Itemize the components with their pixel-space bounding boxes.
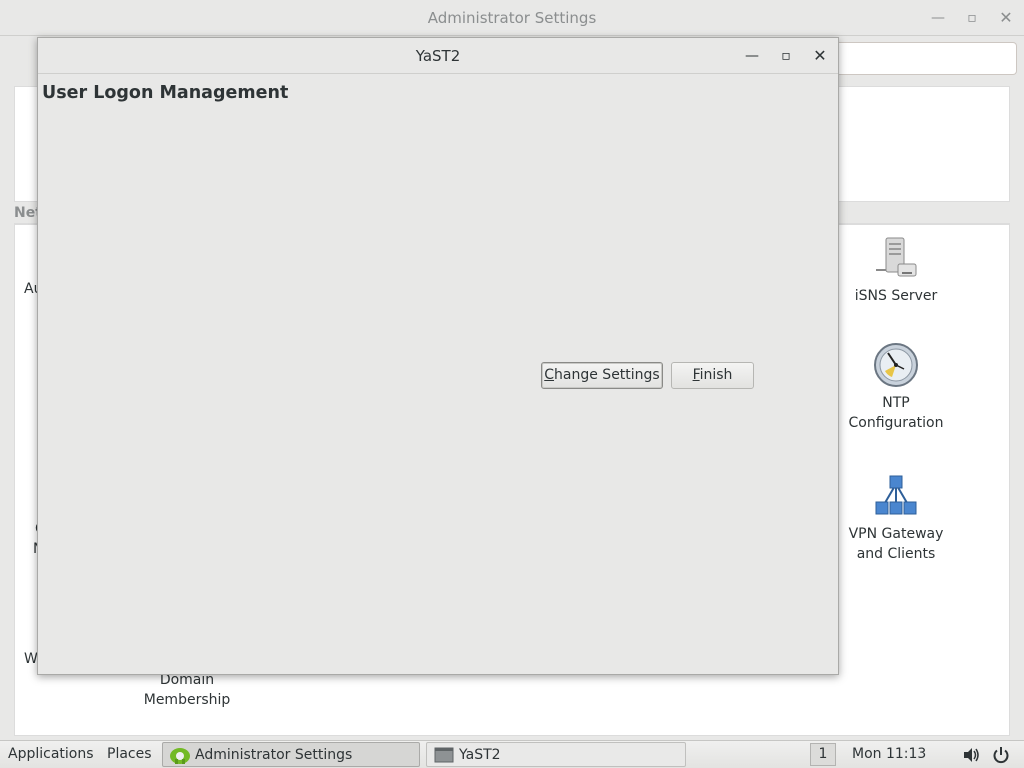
- volume-icon[interactable]: [962, 746, 980, 764]
- search-input[interactable]: [836, 42, 1017, 75]
- module-label: iSNS Server: [854, 288, 938, 304]
- module-label: Domain Membership: [143, 672, 231, 708]
- minimize-icon[interactable]: —: [928, 8, 948, 28]
- button-label: inish: [699, 367, 733, 383]
- yast2-title: YaST2: [415, 47, 461, 65]
- module-domain-membership[interactable]: Domain Membership: [132, 670, 242, 710]
- window-icon: [434, 747, 454, 763]
- dialog-heading: User Logon Management: [42, 83, 289, 103]
- workspace-indicator[interactable]: 1: [810, 743, 836, 766]
- clock[interactable]: Mon 11:13: [852, 741, 926, 768]
- power-icon[interactable]: [992, 746, 1010, 764]
- mnemonic-letter: C: [544, 367, 555, 383]
- minimize-icon[interactable]: —: [742, 46, 762, 66]
- maximize-icon[interactable]: ▫: [776, 46, 796, 66]
- module-isns-server[interactable]: iSNS Server: [841, 234, 951, 306]
- module-label-partial: W: [24, 651, 38, 667]
- finish-button[interactable]: Finish: [671, 362, 754, 389]
- module-ntp-configuration[interactable]: NTP Configuration: [841, 341, 951, 433]
- module-vpn-gateway[interactable]: VPN Gateway and Clients: [841, 472, 951, 564]
- mnemonic-letter: F: [692, 367, 700, 383]
- task-administrator-settings[interactable]: Administrator Settings: [162, 742, 420, 767]
- clock-icon: [874, 343, 918, 387]
- applications-menu[interactable]: Applications: [8, 741, 94, 768]
- module-label: VPN Gateway and Clients: [848, 526, 944, 562]
- yast-icon: [170, 748, 190, 764]
- bottom-taskbar: Applications Places Administrator Settin…: [0, 740, 1024, 768]
- task-label: YaST2: [459, 747, 501, 763]
- administrator-settings-titlebar[interactable]: Administrator Settings — ▫ ✕: [0, 0, 1024, 36]
- close-icon[interactable]: ✕: [810, 46, 830, 66]
- yast2-titlebar[interactable]: YaST2 — ▫ ✕: [38, 38, 838, 74]
- server-icon: [876, 237, 917, 277]
- button-label: hange Settings: [554, 367, 660, 383]
- network-icon: [875, 475, 917, 515]
- task-label: Administrator Settings: [195, 747, 353, 763]
- maximize-icon[interactable]: ▫: [962, 8, 982, 28]
- change-settings-button[interactable]: Change Settings: [541, 362, 663, 389]
- places-menu[interactable]: Places: [107, 741, 152, 768]
- module-label: NTP Configuration: [848, 395, 944, 431]
- administrator-settings-title: Administrator Settings: [427, 9, 597, 27]
- yast2-dialog: YaST2 — ▫ ✕ User Logon Management Change…: [37, 37, 839, 675]
- close-icon[interactable]: ✕: [996, 8, 1016, 28]
- task-yast2[interactable]: YaST2: [426, 742, 686, 767]
